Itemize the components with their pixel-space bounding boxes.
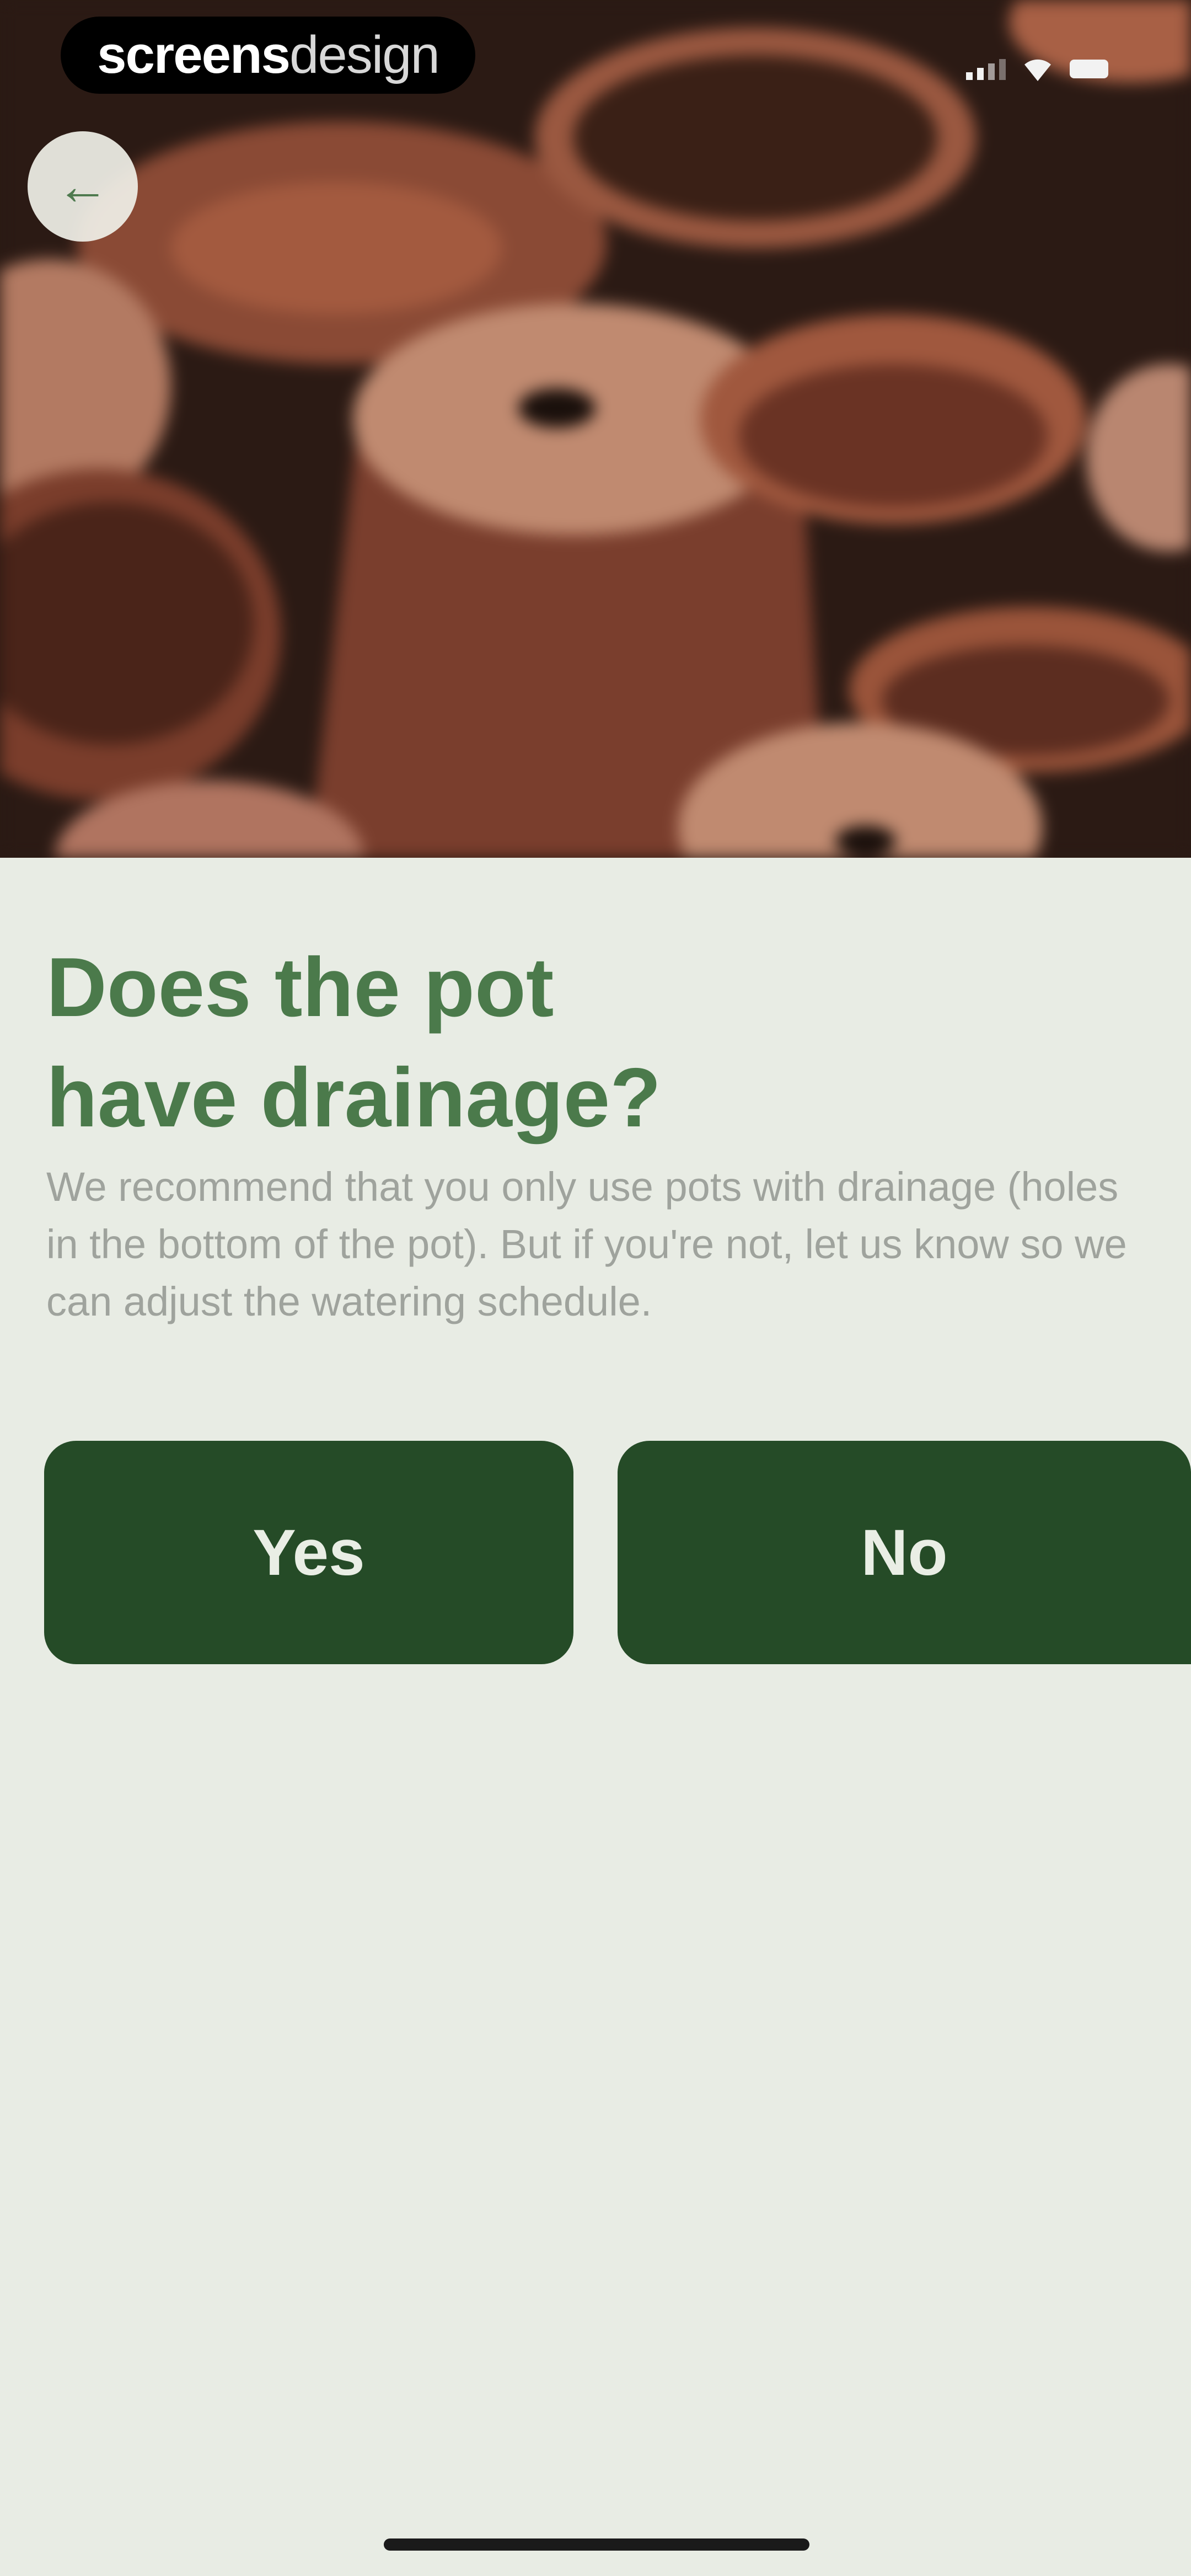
no-button[interactable]: No: [618, 1441, 1191, 1664]
back-button[interactable]: ←: [28, 131, 138, 242]
watermark-bold: screens: [97, 25, 291, 84]
cellular-signal-icon: [966, 58, 1006, 80]
watermark-light: design: [289, 25, 440, 84]
title-line-1: Does the pot: [46, 940, 554, 1034]
home-indicator[interactable]: [384, 2538, 809, 2551]
battery-icon: [1070, 60, 1108, 78]
status-bar: [966, 52, 1108, 85]
title-line-2: have drainage?: [46, 1051, 662, 1145]
arrow-left-icon: ←: [56, 157, 109, 216]
screensdesign-watermark: screens design: [61, 17, 475, 94]
yes-button[interactable]: Yes: [44, 1441, 573, 1664]
wifi-icon: [1024, 59, 1051, 81]
question-title: Does the pot have drainage?: [46, 932, 1149, 1153]
hero-image: [0, 0, 1191, 858]
question-description: We recommend that you only use pots with…: [46, 1164, 1127, 1324]
